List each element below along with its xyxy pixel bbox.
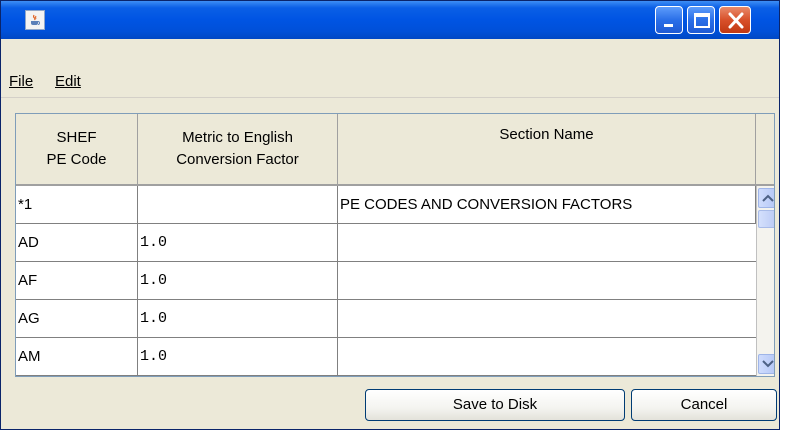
chevron-up-icon (762, 194, 774, 202)
table-row[interactable]: AG 1.0 (16, 300, 756, 338)
cancel-button[interactable]: Cancel (631, 389, 777, 421)
cell-pe-code[interactable]: AD (16, 224, 138, 262)
scroll-down-button[interactable] (758, 354, 774, 374)
cell-section-name[interactable]: PE CODES AND CONVERSION FACTORS (338, 186, 756, 224)
header-corner (756, 114, 774, 186)
java-cup-icon[interactable] (25, 10, 45, 30)
cell-pe-code[interactable]: AG (16, 300, 138, 338)
cell-pe-code[interactable]: *1 (16, 186, 138, 224)
cell-section-name[interactable] (338, 300, 756, 338)
minimize-icon (664, 24, 673, 27)
close-button[interactable] (719, 6, 751, 34)
header-factor-line1: Metric to English (182, 129, 293, 146)
header-section-name: Section Name (499, 126, 594, 143)
table-row[interactable]: *1 PE CODES AND CONVERSION FACTORS (16, 186, 756, 224)
menu-file-label: File (9, 73, 34, 90)
table-body: *1 PE CODES AND CONVERSION FACTORS AD 1.… (16, 186, 756, 376)
column-header-conversion-factor[interactable]: Metric to English Conversion Factor (138, 114, 338, 186)
scroll-thumb[interactable] (758, 210, 774, 228)
cell-conversion-factor[interactable]: 1.0 (138, 224, 338, 262)
maximize-button[interactable] (687, 6, 715, 34)
cell-conversion-factor[interactable] (138, 186, 338, 224)
cell-conversion-factor[interactable]: 1.0 (138, 262, 338, 300)
cell-section-name[interactable] (338, 338, 756, 376)
cell-conversion-factor[interactable]: 1.0 (138, 338, 338, 376)
menu-file[interactable]: File (9, 73, 33, 90)
vertical-scrollbar[interactable] (756, 186, 774, 376)
menu-edit-label: Edit (55, 73, 81, 90)
cell-pe-code[interactable]: AM (16, 338, 138, 376)
table-row[interactable]: AD 1.0 (16, 224, 756, 262)
header-factor-line2: Conversion Factor (176, 151, 299, 168)
menu-edit[interactable]: Edit (55, 73, 81, 90)
cell-section-name[interactable] (338, 262, 756, 300)
title-bar[interactable] (1, 1, 779, 39)
scroll-up-button[interactable] (758, 188, 774, 208)
table-row[interactable]: AF 1.0 (16, 262, 756, 300)
pe-code-table: SHEF PE Code Metric to English Conversio… (15, 113, 775, 377)
header-pe-code-line1: SHEF (56, 129, 97, 146)
table-row[interactable]: AM 1.0 (16, 338, 756, 376)
cell-pe-code[interactable]: AF (16, 262, 138, 300)
header-pe-code-line2: PE Code (46, 151, 107, 168)
minimize-button[interactable] (655, 6, 683, 34)
app-window: File Edit SHEF PE Code Metric to English… (0, 0, 780, 430)
save-to-disk-button[interactable]: Save to Disk (365, 389, 625, 421)
close-icon (728, 12, 744, 29)
cell-conversion-factor[interactable]: 1.0 (138, 300, 338, 338)
chevron-down-icon (762, 360, 774, 368)
column-header-pe-code[interactable]: SHEF PE Code (16, 114, 138, 186)
maximize-icon (694, 13, 710, 28)
menu-bar: File Edit (1, 67, 779, 98)
column-header-section-name[interactable]: Section Name (338, 114, 756, 186)
cell-section-name[interactable] (338, 224, 756, 262)
